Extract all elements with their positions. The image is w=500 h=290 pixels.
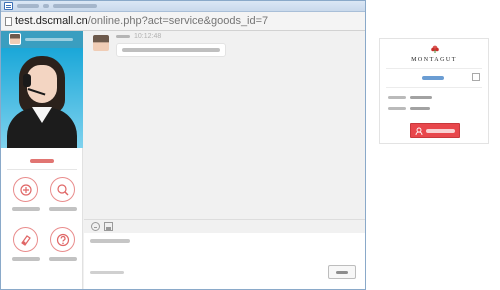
send-button-label-blurred — [336, 271, 348, 274]
screenshot: test.dscmall.cn/online.php?act=service&g… — [0, 0, 500, 290]
input-toolbar — [84, 219, 365, 233]
service-sidebar — [1, 31, 83, 289]
tool-orders-label-blurred — [49, 207, 77, 211]
tool-history[interactable] — [10, 227, 42, 267]
agent-photo — [1, 48, 83, 148]
powered-by-blurred — [90, 271, 124, 274]
browser-name-blurred — [53, 4, 97, 8]
history-icon — [13, 227, 38, 252]
store-link-blurred[interactable] — [422, 76, 444, 80]
url-text[interactable]: test.dscmall.cn/online.php?act=service&g… — [15, 14, 268, 28]
window-titlebar[interactable] — [1, 1, 365, 12]
location-label-blurred — [388, 107, 406, 110]
agent-avatar-small — [9, 33, 21, 45]
message-input-placeholder-blurred — [90, 239, 130, 243]
help-icon — [50, 227, 75, 252]
agent-header-label-blurred — [25, 38, 73, 41]
message-avatar — [93, 35, 109, 51]
tool-help[interactable] — [47, 227, 79, 267]
image-icon[interactable] — [104, 222, 113, 231]
brand-value-blurred — [410, 96, 432, 99]
message-input[interactable] — [84, 233, 365, 289]
emoji-icon[interactable] — [91, 222, 100, 231]
tool-orders[interactable] — [47, 177, 79, 217]
store-brand: MONTAGUT — [411, 57, 457, 63]
online-service-button[interactable] — [410, 123, 460, 138]
message-time: 10:12:48 — [134, 33, 162, 40]
service-page: 10:12:48 — [1, 31, 365, 289]
favorites-icon — [13, 177, 38, 202]
chrome-popup-window: test.dscmall.cn/online.php?act=service&g… — [0, 0, 366, 290]
address-bar[interactable]: test.dscmall.cn/online.php?act=service&g… — [1, 12, 365, 31]
agent-header — [1, 31, 83, 48]
share-icon[interactable] — [472, 73, 480, 81]
customer-service-icon — [415, 127, 423, 135]
tool-favorites-label-blurred — [12, 207, 40, 211]
tool-history-label-blurred — [12, 257, 40, 261]
online-service-label-blurred — [426, 129, 455, 133]
headset-icon — [23, 74, 31, 87]
quick-tools-heading-blurred — [30, 159, 54, 163]
url-path: /online.php?act=service&goods_id=7 — [87, 15, 269, 27]
orders-icon — [50, 177, 75, 202]
tool-help-label-blurred — [49, 257, 77, 261]
chat-window-icon — [4, 2, 13, 10]
tool-favorites[interactable] — [10, 177, 42, 217]
divider — [7, 169, 77, 170]
chat-panel: 10:12:48 — [84, 31, 365, 289]
divider — [386, 87, 482, 88]
message-text-blurred — [122, 48, 220, 52]
page-icon — [5, 17, 12, 26]
window-title-separator-blurred — [43, 4, 49, 8]
brand-label-blurred — [388, 96, 406, 99]
message-sender-blurred — [116, 35, 130, 38]
quick-tools-heading — [1, 155, 83, 167]
message-bubble — [116, 43, 226, 57]
store-card: MONTAGUT — [379, 38, 489, 144]
window-title-blurred — [17, 4, 39, 8]
send-button[interactable] — [328, 265, 356, 279]
divider — [386, 68, 482, 69]
logo-flower-icon — [431, 45, 439, 53]
location-value-blurred — [410, 107, 430, 110]
url-host: test.dscmall.cn — [15, 15, 88, 27]
